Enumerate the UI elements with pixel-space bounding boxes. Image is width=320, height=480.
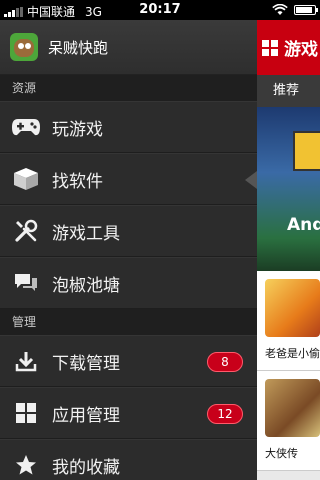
menu-item-label: 找软件 (52, 171, 103, 192)
selected-indicator-arrow (245, 171, 257, 189)
list-item[interactable]: 大侠传 (257, 371, 320, 471)
download-icon (0, 350, 52, 372)
menu-item-label: 应用管理 (52, 405, 120, 426)
gamepad-icon (0, 117, 52, 137)
battery-icon (294, 5, 318, 15)
section-header-resources: 资源 (0, 75, 257, 101)
download-count-badge: 8 (207, 352, 243, 372)
app-header[interactable]: 呆贼快跑 (0, 20, 257, 75)
menu-item-label: 游戏工具 (52, 223, 120, 244)
content-header: 游戏 (257, 20, 320, 75)
star-icon (0, 454, 52, 476)
app-update-count-badge: 12 (207, 404, 243, 424)
menu-item-label: 泡椒池塘 (52, 275, 120, 296)
section-header-management: 管理 (0, 309, 257, 335)
game-title: 大侠传 (265, 447, 298, 460)
menu-item-app-manager[interactable]: 应用管理 12 (0, 387, 257, 439)
game-title: 老爸是小偷 (265, 347, 320, 360)
status-right (272, 4, 318, 16)
app-title: 呆贼快跑 (48, 38, 109, 57)
banner-art (293, 131, 320, 171)
game-thumbnail (265, 379, 320, 437)
menu-item-my-favorites[interactable]: 我的收藏 (0, 439, 257, 480)
menu-item-play-games[interactable]: 玩游戏 (0, 101, 257, 153)
menu-item-label: 下载管理 (52, 353, 120, 374)
featured-banner[interactable]: And (257, 107, 320, 271)
menu-item-game-tools[interactable]: 游戏工具 (0, 205, 257, 257)
menu-item-download-manager[interactable]: 下载管理 8 (0, 335, 257, 387)
content-title: 游戏 (284, 40, 318, 60)
menu-item-pepper-pond[interactable]: 泡椒池塘 (0, 257, 257, 309)
menu-item-label: 我的收藏 (52, 457, 120, 478)
game-thumbnail (265, 279, 320, 337)
apps-grid-icon (262, 39, 278, 56)
banner-text: And (287, 215, 320, 235)
box-icon (0, 167, 52, 191)
menu-item-find-software[interactable]: 找软件 (0, 153, 257, 205)
chat-bubbles-icon (0, 272, 52, 294)
game-character-logo (10, 33, 38, 61)
tools-icon (0, 219, 52, 243)
main-content-peek[interactable]: 游戏 推荐 And 老爸是小偷 大侠传 (257, 20, 320, 480)
tab-recommended[interactable]: 推荐 (257, 75, 320, 107)
side-drawer: 呆贼快跑 资源 玩游戏 找软件 游戏工具 泡椒池塘 管理 下载管理 8 应用管理… (0, 20, 257, 480)
menu-item-label: 玩游戏 (52, 119, 103, 140)
list-item[interactable]: 老爸是小偷 (257, 271, 320, 371)
apps-grid-icon (0, 402, 52, 424)
wifi-icon (272, 4, 288, 15)
status-bar: 中国联通 3G 20:17 (0, 0, 320, 20)
